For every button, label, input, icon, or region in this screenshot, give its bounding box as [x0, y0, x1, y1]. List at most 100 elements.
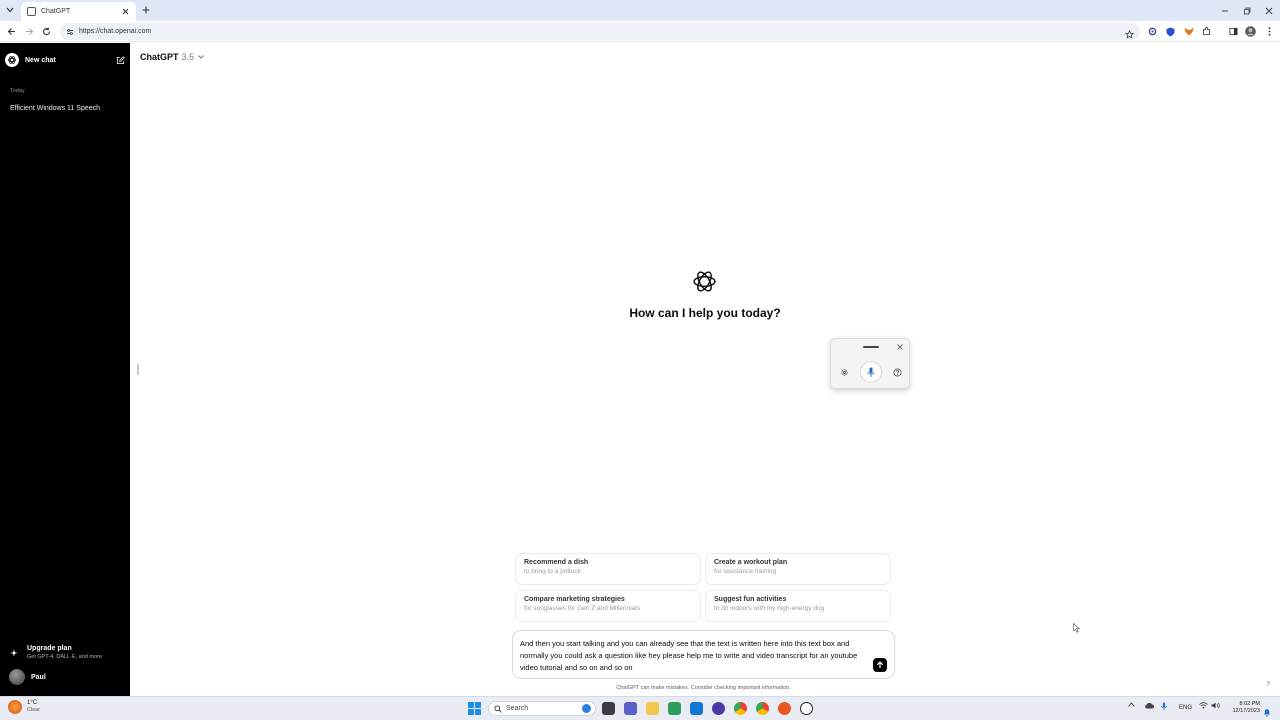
arrow-up-icon: [876, 661, 884, 668]
close-icon[interactable]: [896, 343, 904, 351]
volume-icon[interactable]: [1211, 702, 1220, 709]
suggestion-title: Recommend a dish: [524, 559, 589, 566]
help-button[interactable]: ?: [1264, 681, 1272, 689]
new-tab-plus-icon[interactable]: [140, 4, 152, 16]
weather-condition: Clear: [27, 707, 41, 713]
minimize-window-icon[interactable]: [1214, 0, 1236, 21]
help-icon[interactable]: [892, 367, 902, 377]
suggestion-card[interactable]: Compare marketing strategies for sunglas…: [515, 590, 701, 622]
extension-gear-icon[interactable]: [1146, 25, 1159, 38]
close-window-icon[interactable]: [1258, 0, 1280, 21]
back-arrow-icon[interactable]: [5, 25, 18, 38]
model-name: ChatGPT: [140, 52, 179, 62]
onedrive-cloud-icon[interactable]: [1144, 702, 1154, 709]
suggestion-subtitle: to bring to a potluck: [524, 568, 581, 575]
message-input[interactable]: And then you start talking and you can a…: [512, 630, 895, 679]
send-button[interactable]: [873, 658, 887, 672]
mail-icon[interactable]: [690, 702, 703, 715]
avatar: [9, 669, 25, 685]
tab-search-chevron-icon[interactable]: [3, 3, 17, 17]
new-chat-label: New chat: [25, 56, 56, 64]
drag-handle[interactable]: [863, 346, 879, 348]
store-icon[interactable]: [668, 702, 681, 715]
weather-temp: 1°C: [27, 700, 38, 706]
clock-time: 8:02 PM: [1239, 701, 1260, 707]
extensions-puzzle-icon[interactable]: [1200, 25, 1213, 38]
chatgpt-app-icon[interactable]: [800, 702, 813, 715]
reload-icon[interactable]: [40, 25, 53, 38]
task-view-icon[interactable]: [602, 702, 615, 715]
address-bar[interactable]: https://chat.openai.com: [60, 23, 1140, 40]
chrome-icon[interactable]: [734, 702, 747, 715]
suggestion-card[interactable]: Create a workout plan for resistance tra…: [705, 553, 891, 585]
openai-logo-icon: [692, 269, 717, 294]
app-icon[interactable]: [712, 702, 725, 715]
gear-icon[interactable]: [839, 367, 849, 377]
openai-logo-icon: [5, 53, 19, 67]
tab-title: ChatGPT: [41, 8, 71, 15]
suggestion-title: Create a workout plan: [714, 559, 788, 566]
extension-fox-icon[interactable]: [1182, 25, 1195, 38]
browser-toolbar: https://chat.openai.com: [0, 21, 1280, 42]
site-info-icon[interactable]: [66, 23, 74, 41]
message-input-text: And then you start talking and you can a…: [520, 639, 858, 672]
chrome-icon[interactable]: [756, 702, 769, 715]
new-chat-button[interactable]: New chat: [5, 52, 125, 68]
clock-date: 12/17/2023: [1232, 708, 1260, 714]
bing-icon: [582, 704, 591, 713]
teams-icon[interactable]: [624, 702, 637, 715]
side-panel-icon[interactable]: [1227, 25, 1240, 38]
chevron-down-icon: [198, 55, 204, 59]
wifi-icon[interactable]: [1199, 702, 1208, 709]
microphone-icon: [867, 367, 875, 377]
page-title: How can I help you today?: [629, 306, 781, 320]
weather-widget[interactable]: 1°C Clear: [8, 700, 40, 714]
suggestion-title: Suggest fun activities: [714, 596, 787, 603]
history-section-today: Today: [10, 88, 25, 94]
firefox-icon[interactable]: [778, 702, 791, 715]
notification-bell-icon[interactable]: [1263, 704, 1271, 720]
show-hidden-icons-icon[interactable]: [1128, 702, 1135, 707]
suggestion-subtitle: for resistance training: [714, 568, 777, 575]
windows-taskbar: 1°C Clear Search ENG 8:02 PM 12/17/2023: [0, 696, 1280, 720]
voice-typing-panel: [830, 338, 910, 389]
windows-start-icon[interactable]: [468, 702, 481, 715]
suggestion-subtitle: for sunglasses for Gen Z and Millennials: [524, 605, 640, 612]
browser-menu-kebab-icon[interactable]: [1263, 25, 1276, 38]
file-explorer-icon[interactable]: [646, 702, 659, 715]
suggestion-card[interactable]: Suggest fun activities to do indoors wit…: [705, 590, 891, 622]
history-item[interactable]: Efficient Windows 11 Speech: [5, 101, 125, 115]
browser-tab-strip: ChatGPT: [0, 0, 1280, 21]
upgrade-plan-title: Upgrade plan: [27, 645, 72, 652]
model-selector[interactable]: ChatGPT 3.5: [140, 52, 204, 62]
bookmark-star-icon[interactable]: [1124, 26, 1135, 44]
language-indicator[interactable]: ENG: [1179, 705, 1192, 711]
tab-close-icon[interactable]: [120, 7, 130, 17]
search-icon: [494, 704, 502, 713]
sidebar: New chat Today Efficient Windows 11 Spee…: [0, 43, 130, 696]
sparkle-icon: [7, 645, 21, 667]
microphone-button[interactable]: [860, 361, 882, 383]
restore-window-icon[interactable]: [1236, 0, 1258, 21]
profile-avatar-icon[interactable]: [1244, 25, 1257, 38]
mouse-cursor-icon: [1073, 620, 1081, 638]
browser-tab-chatgpt[interactable]: ChatGPT: [21, 2, 136, 21]
user-name: Paul: [31, 673, 46, 681]
weather-sun-icon: [8, 700, 22, 714]
model-version: 3.5: [181, 52, 195, 62]
suggestion-card[interactable]: Recommend a dish to bring to a potluck: [515, 553, 701, 585]
user-menu-button[interactable]: Paul: [9, 669, 125, 685]
microphone-in-use-icon[interactable]: [1161, 702, 1167, 711]
sidebar-collapse-handle[interactable]: [137, 364, 139, 375]
url-text: https://chat.openai.com: [79, 28, 152, 35]
upgrade-plan-button[interactable]: Upgrade plan Get GPT-4, DALL·E, and more: [7, 645, 125, 667]
taskbar-search[interactable]: Search: [488, 701, 596, 716]
taskbar-clock[interactable]: 8:02 PM 12/17/2023: [1224, 701, 1260, 715]
search-label: Search: [506, 705, 529, 712]
suggestion-title: Compare marketing strategies: [524, 596, 625, 603]
suggestion-subtitle: to do indoors with my high-energy dog: [714, 605, 825, 612]
upgrade-plan-subtitle: Get GPT-4, DALL·E, and more: [27, 654, 102, 660]
forward-arrow-icon[interactable]: [23, 25, 36, 38]
compose-edit-icon[interactable]: [115, 55, 125, 65]
extension-shield-icon[interactable]: [1164, 25, 1177, 38]
